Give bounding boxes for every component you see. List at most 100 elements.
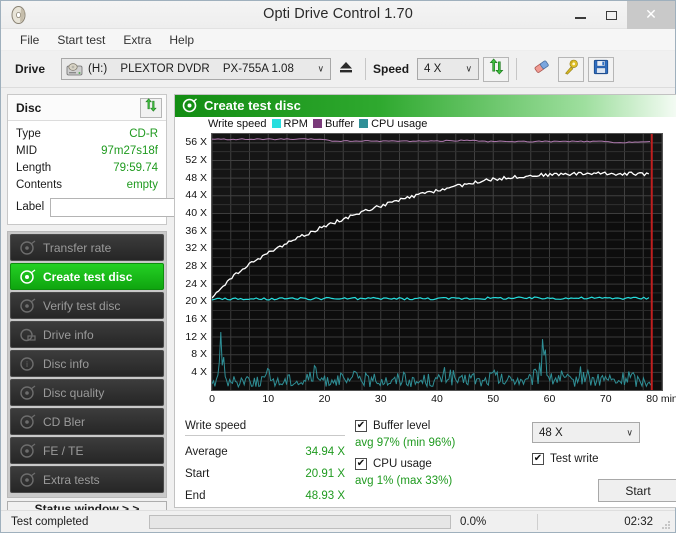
toolbar-divider-2 — [516, 58, 518, 80]
cpu-usage-checkbox[interactable]: ✔ CPU usage — [355, 458, 520, 470]
menu-bar: File Start test Extra Help — [1, 29, 675, 51]
disc-value-contents: empty — [126, 178, 158, 191]
toolbar-divider — [365, 58, 367, 80]
y-tick-label: 36 X — [185, 224, 207, 237]
speed-label: Speed — [373, 62, 410, 76]
sidebar-item-label: Transfer rate — [43, 240, 112, 255]
right-pane: Create test disc Write speed RPM Buffer — [174, 94, 676, 508]
sidebar-item-transfer-rate[interactable]: Transfer rate — [10, 234, 164, 261]
sidebar-item-label: Drive info — [43, 327, 94, 342]
write-speed-stats: Write speed Average 34.94 X Start 20.91 … — [185, 420, 345, 507]
refresh-icon — [144, 98, 158, 117]
status-message: Test completed — [11, 515, 89, 528]
disc-refresh-button[interactable] — [140, 97, 162, 118]
write-speed-select[interactable]: 48 X ∨ — [532, 422, 640, 443]
chevron-down-icon: ∨ — [626, 427, 633, 437]
stat-row-start: Start 20.91 X — [185, 463, 345, 485]
start-button[interactable]: Start — [598, 479, 676, 502]
disc-info-icon: i — [19, 356, 36, 372]
drive-label: Drive — [15, 62, 46, 76]
disc-properties: Type CD-R MID 97m27s18f Length 79:59.74 … — [8, 121, 255, 224]
drive-icon — [66, 62, 83, 77]
y-tick-label: 44 X — [185, 189, 207, 202]
x-tick-label: 20 — [318, 392, 331, 405]
speed-select[interactable]: 4 X ∨ — [417, 58, 480, 80]
write-speed-value: 48 X — [539, 426, 563, 439]
legend-item-buffer: Buffer — [312, 118, 354, 130]
buffer-level-value: avg 97% (min 96%) — [355, 437, 456, 449]
sidebar-item-create-test-disc[interactable]: Create test disc — [10, 263, 164, 290]
drive-info-icon — [19, 327, 36, 343]
write-controls: 48 X ∨ ✔ Test write Start — [520, 420, 676, 507]
window-controls: ✕ — [565, 1, 675, 29]
test-write-checkbox[interactable]: ✔ Test write — [532, 453, 676, 465]
legend-label: CPU usage — [371, 117, 428, 130]
sidebar-item-disc-quality[interactable]: Disc quality — [10, 379, 164, 406]
disc-row-label: Label — [16, 195, 255, 219]
close-icon[interactable]: ✕ — [627, 1, 675, 29]
sidebar-item-drive-info[interactable]: Drive info — [10, 321, 164, 348]
legend-item-write-speed: Write speed — [208, 118, 267, 130]
y-tick-label: 48 X — [185, 171, 207, 184]
menu-item-file[interactable]: File — [11, 31, 48, 49]
disc-key-contents: Contents — [16, 178, 63, 191]
save-icon — [593, 59, 609, 80]
y-tick-label: 28 X — [185, 260, 207, 272]
disc-key-label: Label — [16, 201, 45, 213]
disc-scan-icon — [19, 240, 36, 256]
x-tick-label: 10 — [262, 392, 275, 405]
legend-swatch — [359, 119, 369, 129]
stat-value: 48.93 X — [305, 490, 345, 502]
eject-icon — [338, 60, 354, 79]
y-tick-label: 16 X — [185, 312, 207, 325]
sidebar-item-label: Create test disc — [43, 269, 133, 284]
sidebar-item-cd-bler[interactable]: CD Bler — [10, 408, 164, 435]
checkbox-box: ✔ — [355, 420, 367, 432]
disc-row-contents: Contents empty — [16, 176, 158, 193]
erase-button[interactable] — [528, 57, 554, 82]
disc-key-length: Length — [16, 161, 52, 174]
sidebar-item-verify-test-disc[interactable]: Verify test disc — [10, 292, 164, 319]
tools-icon — [562, 58, 580, 81]
legend-swatch — [271, 119, 281, 129]
buffer-cpu-stats: ✔ Buffer level avg 97% (min 96%) ✔ CPU u… — [355, 420, 520, 507]
x-tick-label: 60 — [543, 392, 556, 405]
eject-button[interactable] — [334, 57, 359, 81]
save-button[interactable] — [588, 56, 615, 82]
legend-swatch — [312, 119, 322, 129]
legend-label: RPM — [283, 117, 308, 130]
resize-grip-icon[interactable] — [661, 519, 671, 529]
drive-select[interactable]: (H:) PLEXTOR DVDR PX-755A 1.08 ∨ — [61, 58, 332, 80]
menu-item-help[interactable]: Help — [160, 31, 203, 49]
y-tick-label: 8 X — [191, 348, 207, 361]
menu-item-extra[interactable]: Extra — [114, 31, 160, 49]
drive-vendor: PLEXTOR DVDR — [120, 63, 210, 75]
sidebar-item-label: Verify test disc — [43, 298, 121, 313]
menu-item-start-test[interactable]: Start test — [48, 31, 114, 49]
stat-key: Start — [185, 468, 210, 480]
disc-panel: Disc Type CD-R MID 97m27s18f Length 79:5… — [7, 94, 255, 225]
minimize-icon[interactable] — [565, 1, 596, 29]
y-tick-label: 20 X — [185, 295, 207, 308]
disc-scan-icon — [19, 443, 36, 459]
stat-value: 20.91 X — [305, 468, 345, 480]
elapsed-time: 02:32 — [624, 515, 653, 528]
maximize-icon[interactable] — [596, 1, 627, 29]
tools-button[interactable] — [558, 56, 585, 82]
drive-model: PX-755A 1.08 — [222, 63, 294, 75]
progress-percent: 0.0% — [460, 515, 487, 528]
sidebar-item-label: Extra tests — [43, 472, 100, 487]
cpu-usage-label: CPU usage — [373, 458, 432, 470]
x-tick-label: 30 — [374, 392, 387, 405]
chart-y-axis: 4 X 8 X 12 X 16 X 20 X 24 X 28 X 32 X 36 X 40 X 44… — [175, 133, 209, 391]
refresh-button[interactable] — [483, 56, 510, 82]
svg-text:i: i — [26, 360, 28, 369]
divider — [185, 435, 345, 436]
refresh-icon — [488, 58, 505, 80]
legend-item-cpu-usage: CPU usage — [359, 118, 427, 130]
chart: Write speed RPM Buffer CPU usage 4 X 8 X… — [175, 117, 676, 416]
sidebar-item-disc-info[interactable]: i Disc info — [10, 350, 164, 377]
buffer-level-checkbox[interactable]: ✔ Buffer level — [355, 420, 520, 432]
sidebar-item-fe-te[interactable]: FE / TE — [10, 437, 164, 464]
sidebar-item-extra-tests[interactable]: Extra tests — [10, 466, 164, 493]
